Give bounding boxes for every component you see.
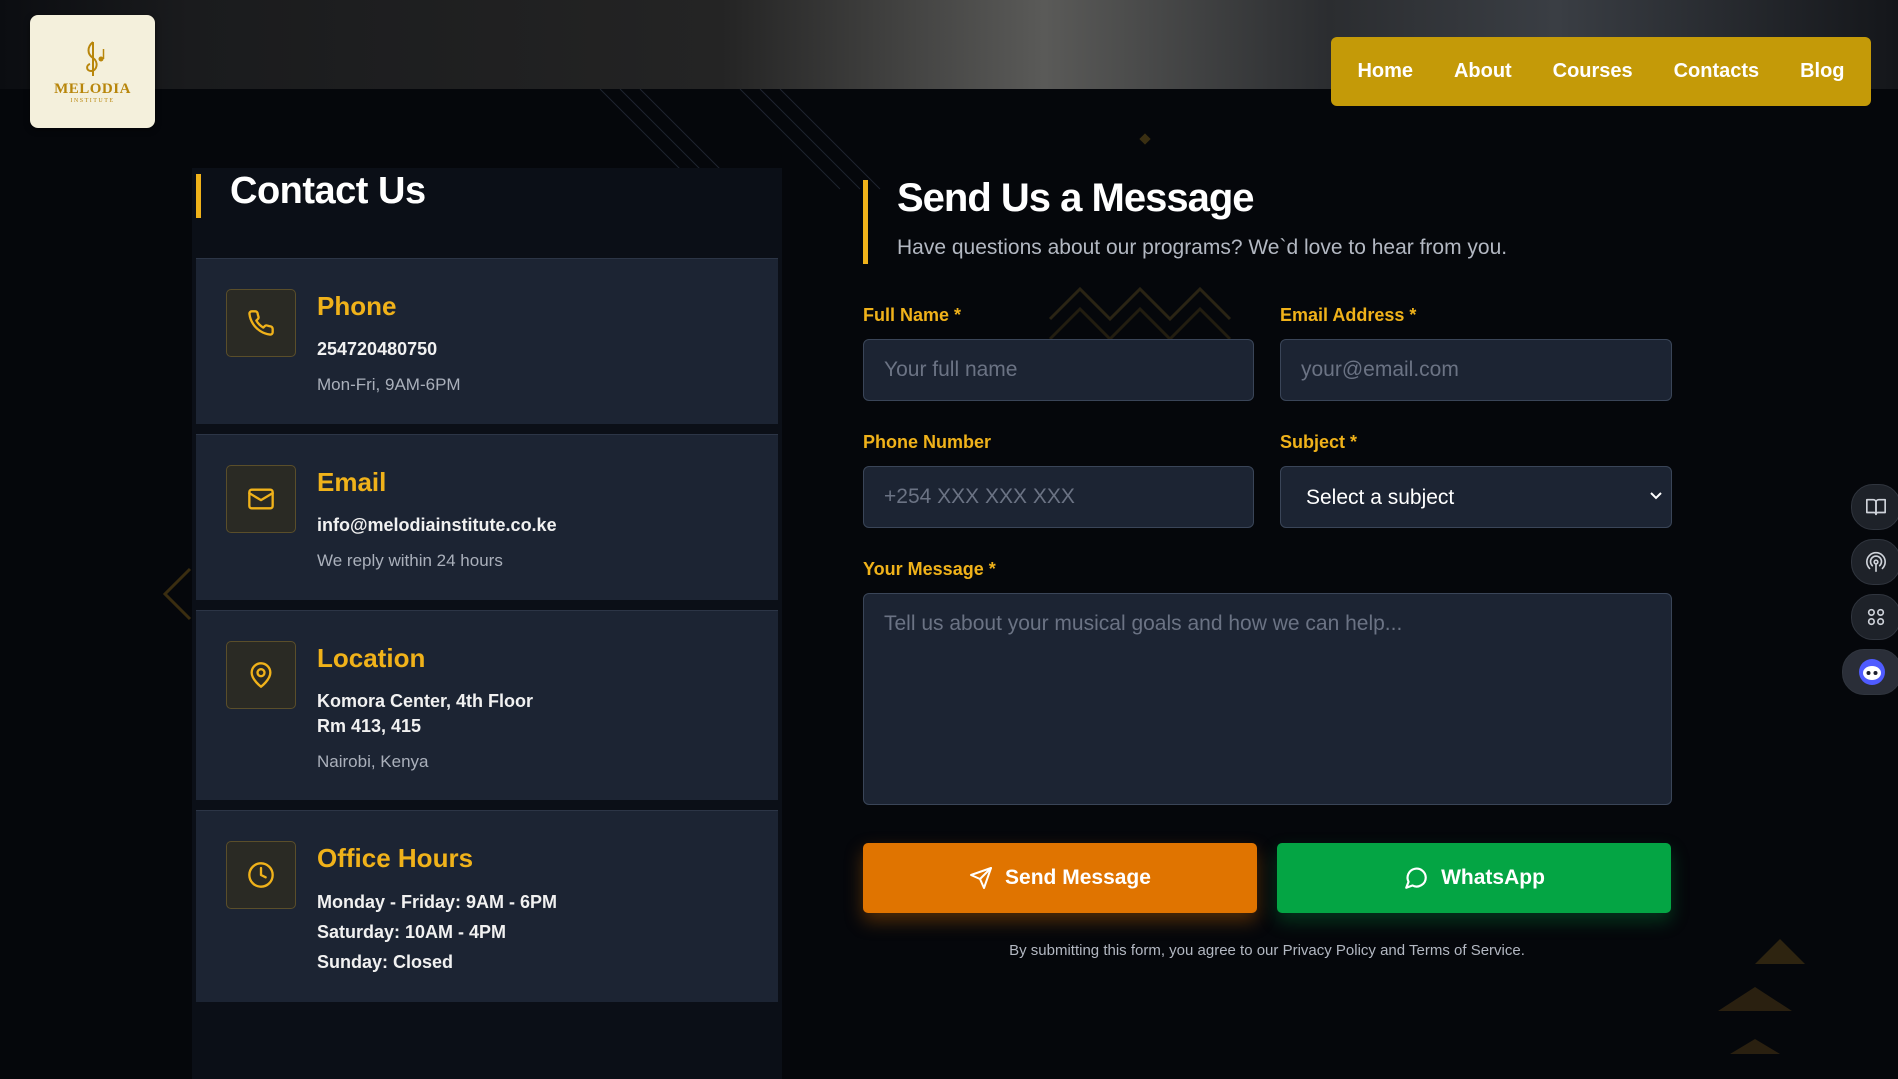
form-title: Send Us a Message (897, 176, 1254, 220)
whatsapp-button[interactable]: WhatsApp (1277, 843, 1671, 913)
contact-info-panel: Contact Us Phone 254720480750 Mon-Fri, 9… (192, 168, 782, 1079)
assistant-bot-icon[interactable] (1842, 649, 1898, 695)
logo-subtitle: INSTITUTE (70, 98, 115, 104)
office-hours-card: Office Hours Monday - Friday: 9AM - 6PM … (196, 810, 778, 1002)
email-response-time: We reply within 24 hours (317, 551, 503, 570)
contact-header: Contact Us (192, 168, 782, 258)
clock-icon (226, 841, 296, 909)
location-card: Location Komora Center, 4th Floor Rm 413… (196, 610, 778, 800)
phone-icon (226, 289, 296, 357)
email-address[interactable]: info@melodiainstitute.co.ke (317, 513, 557, 538)
location-city: Nairobi, Kenya (317, 752, 429, 771)
phone-label: Phone Number (863, 432, 992, 452)
email-title: Email (317, 467, 387, 497)
phone-title: Phone (317, 291, 397, 321)
form-subtitle: Have questions about our programs? We`d … (897, 236, 1508, 259)
office-hours-title: Office Hours (317, 843, 474, 873)
subject-label: Subject * (1280, 432, 1358, 452)
apps-grid-icon[interactable] (1851, 594, 1898, 640)
nav-about[interactable]: About (1446, 54, 1520, 89)
email-card: Email info@melodiainstitute.co.ke We rep… (196, 434, 778, 600)
message-textarea[interactable] (863, 593, 1672, 805)
broadcast-icon[interactable] (1851, 539, 1898, 585)
hours-saturday: Saturday: 10AM - 4PM (317, 922, 507, 942)
map-pin-icon (226, 641, 296, 709)
email-input[interactable] (1280, 339, 1672, 401)
mail-icon (226, 465, 296, 533)
accent-bar (863, 180, 868, 264)
accent-bar (196, 174, 201, 218)
phone-card: Phone 254720480750 Mon-Fri, 9AM-6PM (196, 258, 778, 424)
nav-home[interactable]: Home (1349, 54, 1421, 89)
melodia-logo[interactable]: MELODIA INSTITUTE (30, 15, 155, 128)
phone-hours: Mon-Fri, 9AM-6PM (317, 375, 461, 394)
location-building: Komora Center, 4th Floor (317, 691, 534, 711)
hours-sunday: Sunday: Closed (317, 952, 454, 972)
location-rooms: Rm 413, 415 (317, 716, 422, 736)
subject-select[interactable]: Select a subject (1280, 466, 1672, 528)
logo-name: MELODIA (54, 81, 131, 97)
main-nav: Home About Courses Contacts Blog (1331, 37, 1871, 106)
whatsapp-label: WhatsApp (1441, 866, 1545, 889)
nav-courses[interactable]: Courses (1545, 54, 1641, 89)
whatsapp-icon (1405, 867, 1427, 889)
send-message-label: Send Message (1005, 866, 1151, 889)
nav-blog[interactable]: Blog (1792, 54, 1852, 89)
hours-weekdays: Monday - Friday: 9AM - 6PM (317, 892, 558, 912)
full-name-input[interactable] (863, 339, 1254, 401)
message-label: Your Message * (863, 559, 996, 579)
book-open-icon[interactable] (1851, 484, 1898, 530)
nav-contacts[interactable]: Contacts (1666, 54, 1768, 89)
contact-title: Contact Us (230, 170, 426, 212)
send-message-button[interactable]: Send Message (863, 843, 1257, 913)
form-disclaimer: By submitting this form, you agree to ou… (1009, 942, 1525, 959)
phone-number[interactable]: 254720480750 (317, 337, 461, 362)
email-label: Email Address * (1280, 305, 1417, 325)
phone-input[interactable] (863, 466, 1254, 528)
location-title: Location (317, 643, 426, 673)
music-clef-icon (85, 41, 104, 76)
send-icon (970, 867, 993, 889)
full-name-label: Full Name * (863, 305, 962, 325)
